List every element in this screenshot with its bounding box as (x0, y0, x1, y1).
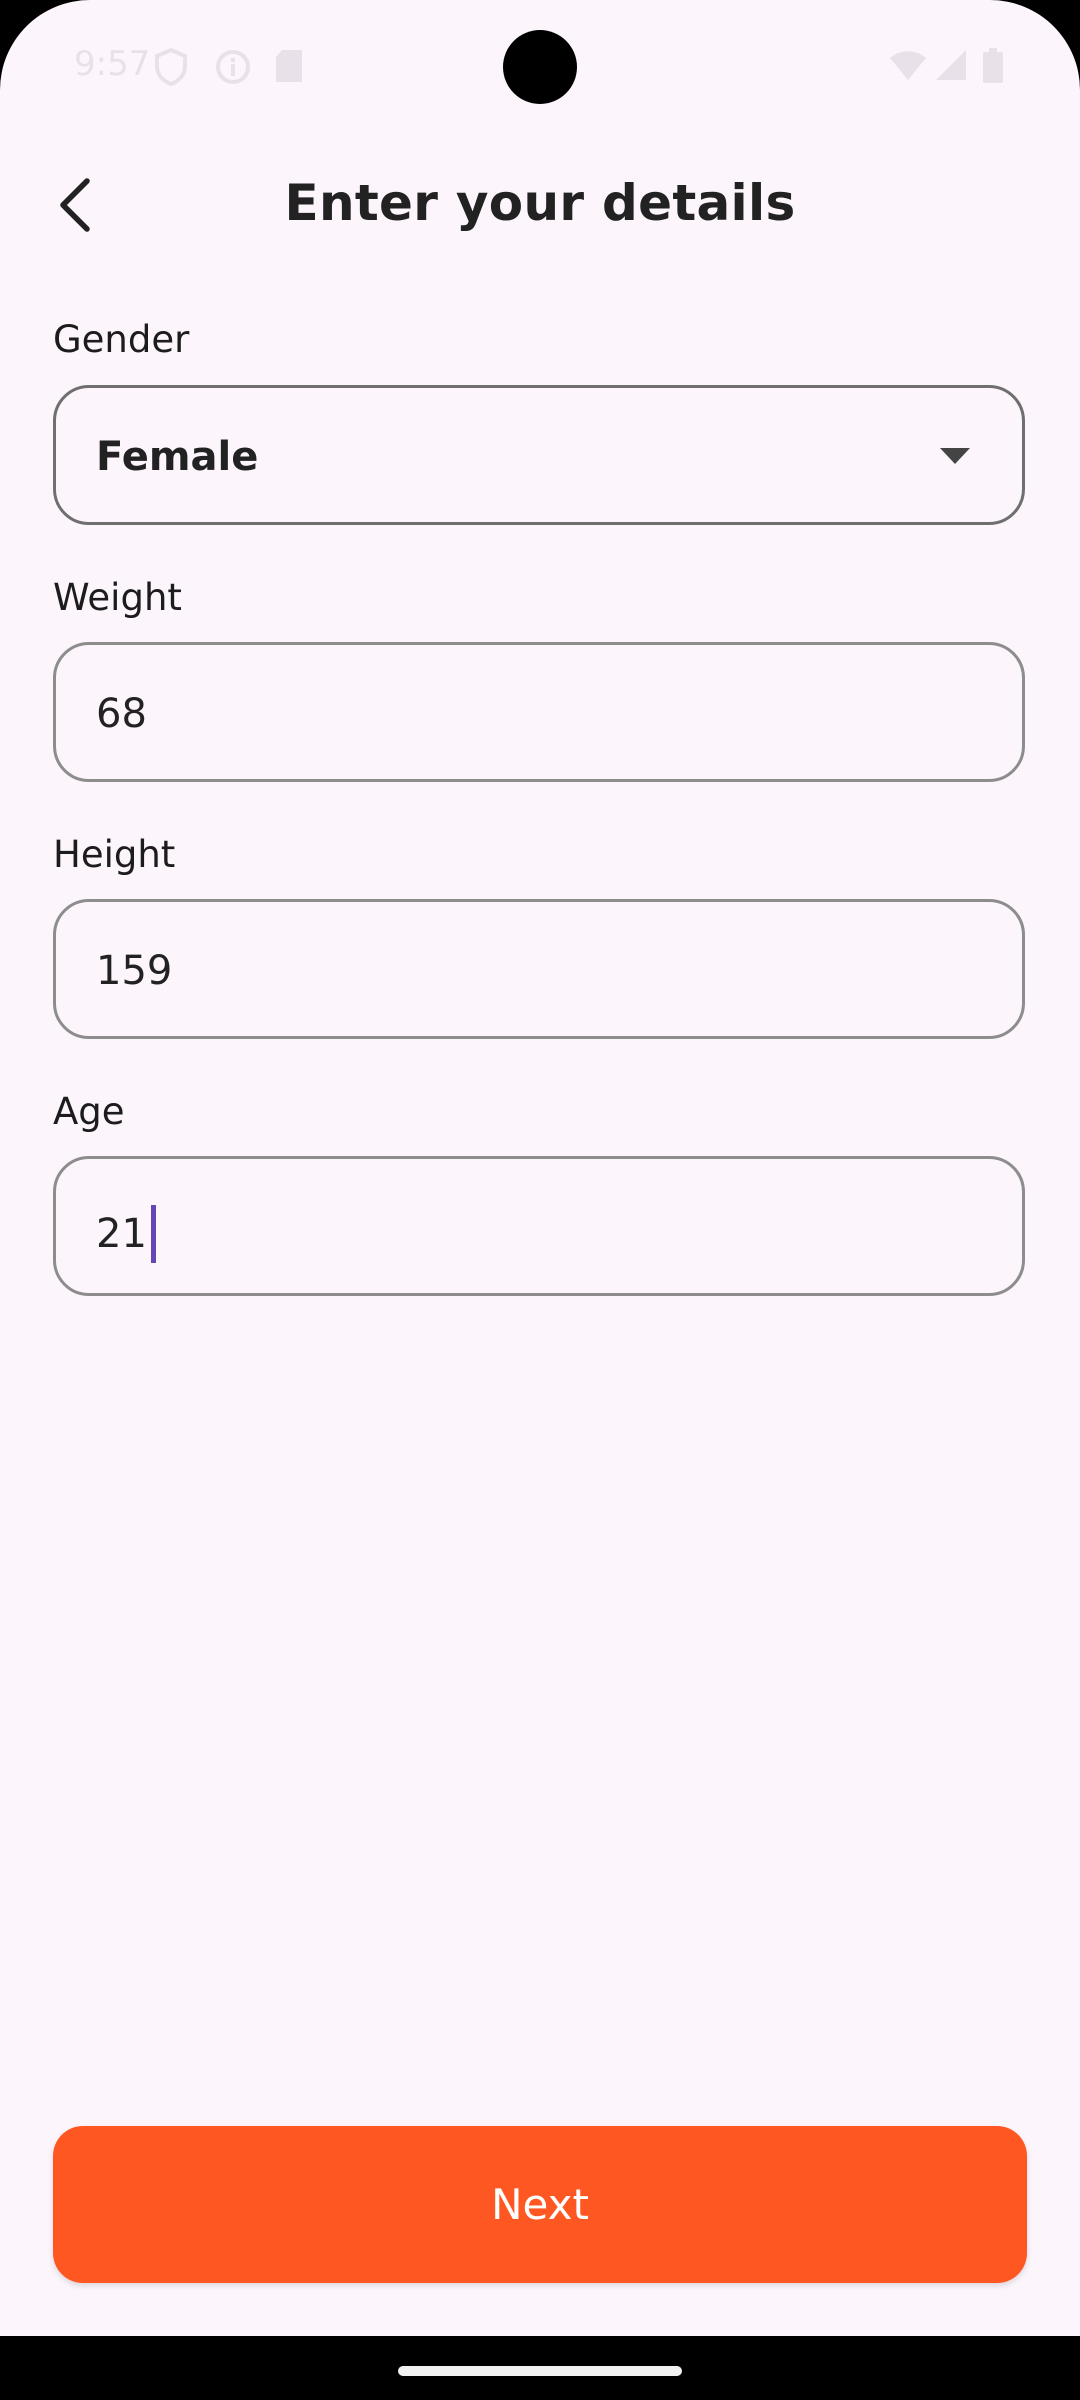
age-value-wrap: 21 (96, 1205, 156, 1263)
gender-selected-value: Female (96, 434, 259, 480)
dropdown-arrow-icon (940, 448, 970, 469)
camera-cutout (503, 30, 577, 104)
gender-dropdown[interactable]: Female (53, 385, 1025, 525)
weight-label: Weight (53, 576, 182, 619)
cell-signal-icon (934, 48, 968, 87)
app-screen: 9:57 Enter your details Gender Female We… (0, 0, 1080, 2336)
wifi-icon (888, 48, 928, 87)
sd-card-icon (274, 48, 304, 89)
top-app-bar: Enter your details (0, 150, 1080, 262)
height-value: 159 (96, 948, 173, 994)
age-input[interactable]: 21 (53, 1156, 1025, 1296)
shield-icon (154, 47, 188, 91)
height-input[interactable]: 159 (53, 899, 1025, 1039)
age-label: Age (53, 1090, 125, 1133)
weight-value: 68 (96, 691, 147, 737)
text-cursor (150, 1205, 156, 1263)
battery-icon (982, 48, 1004, 89)
page-title: Enter your details (284, 174, 796, 232)
info-icon (214, 48, 252, 91)
weight-input[interactable]: 68 (53, 642, 1025, 782)
gender-label: Gender (53, 318, 190, 361)
home-indicator[interactable] (398, 2366, 682, 2376)
status-time: 9:57 (74, 44, 151, 84)
height-label: Height (53, 833, 176, 876)
age-value: 21 (96, 1211, 147, 1257)
next-button[interactable]: Next (53, 2126, 1027, 2283)
